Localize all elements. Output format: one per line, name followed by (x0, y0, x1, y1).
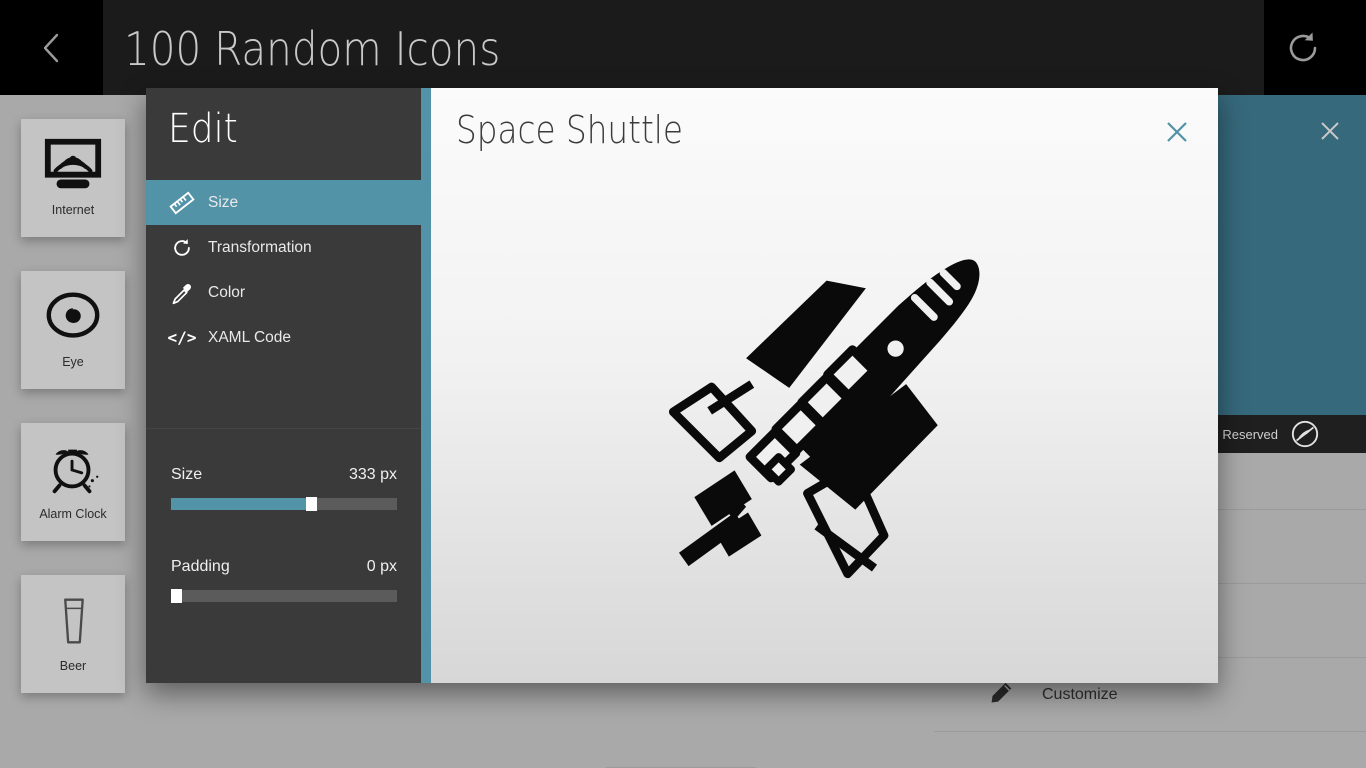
preview-title: Space Shuttle (456, 108, 683, 152)
eyedropper-icon (160, 281, 204, 305)
size-slider-header: Size 333 px (171, 466, 397, 484)
icon-tile-internet[interactable]: Internet (21, 119, 125, 237)
padding-slider-header: Padding 0 px (171, 558, 397, 576)
refresh-icon (1284, 32, 1324, 72)
app-header: 100 Random Icons (0, 0, 1366, 95)
menu-item-transformation[interactable]: Transformation (146, 225, 421, 270)
back-button[interactable] (0, 0, 103, 95)
icon-tile-label: Internet (51, 203, 95, 217)
menu-item-size[interactable]: Size (146, 180, 421, 225)
accent-strip (421, 88, 431, 683)
preview-panel: Space Shuttle (431, 88, 1218, 683)
menu-item-label: XAML Code (208, 328, 291, 346)
menu-item-label: Size (208, 193, 239, 211)
icon-tile-alarm-clock[interactable]: Alarm Clock (21, 423, 125, 541)
size-slider-block: Size 333 px (171, 466, 397, 511)
size-slider-thumb[interactable] (306, 497, 317, 511)
edit-panel-title: Edit (168, 106, 238, 152)
code-icon: </> (160, 328, 204, 347)
list-item[interactable] (934, 732, 1366, 768)
alarm-clock-icon (37, 433, 109, 505)
space-shuttle-icon (656, 248, 1001, 593)
menu-item-label: Color (208, 283, 246, 301)
menu-item-color[interactable]: Color (146, 270, 421, 315)
size-slider-value: 333 px (348, 466, 397, 483)
icon-tile-label: Beer (59, 659, 87, 673)
internet-monitor-icon (37, 129, 109, 201)
size-slider-fill (171, 498, 311, 510)
rotate-icon (160, 236, 204, 260)
close-button[interactable] (1154, 112, 1200, 156)
menu-item-label: Transformation (208, 238, 312, 256)
padding-slider-track[interactable] (171, 589, 397, 603)
icon-tile-beer[interactable]: Beer (21, 575, 125, 693)
icon-tile-eye[interactable]: Eye (21, 271, 125, 389)
list-item-label: Customize (1042, 685, 1118, 703)
chevron-left-icon (40, 32, 64, 64)
edit-modal: Edit Size Transformation Color </> XAML … (146, 88, 1218, 683)
icon-tile-label: Eye (62, 355, 84, 369)
beer-glass-icon (37, 585, 109, 657)
padding-slider-value: 0 px (366, 558, 397, 575)
padding-slider-label: Padding (171, 558, 230, 575)
page-title: 100 Random Icons (124, 22, 501, 76)
refresh-button[interactable] (1284, 28, 1348, 76)
ruler-icon (160, 190, 204, 216)
icon-tile-label: Alarm Clock (39, 507, 107, 521)
close-icon (1164, 119, 1190, 150)
edit-menu: Size Transformation Color </> XAML Code (146, 180, 421, 360)
padding-slider-thumb[interactable] (171, 589, 182, 603)
menu-item-xaml-code[interactable]: </> XAML Code (146, 315, 421, 360)
icon-tile-column: Internet Eye Alarm Clock Beer (0, 95, 146, 768)
circle-slash-badge-icon (1290, 419, 1320, 449)
size-slider-track[interactable] (171, 497, 397, 511)
eye-icon (37, 281, 109, 353)
size-slider-label: Size (171, 466, 203, 483)
edit-panel: Edit Size Transformation Color </> XAML … (146, 88, 421, 683)
space-shuttle-preview (656, 248, 1001, 593)
rights-text: Reserved (1222, 426, 1278, 442)
slider-section: Size 333 px Padding 0 px (146, 428, 421, 683)
promo-close-icon[interactable] (1308, 109, 1352, 153)
code-icon-glyph: </> (167, 328, 197, 347)
padding-slider-block: Padding 0 px (171, 558, 397, 603)
